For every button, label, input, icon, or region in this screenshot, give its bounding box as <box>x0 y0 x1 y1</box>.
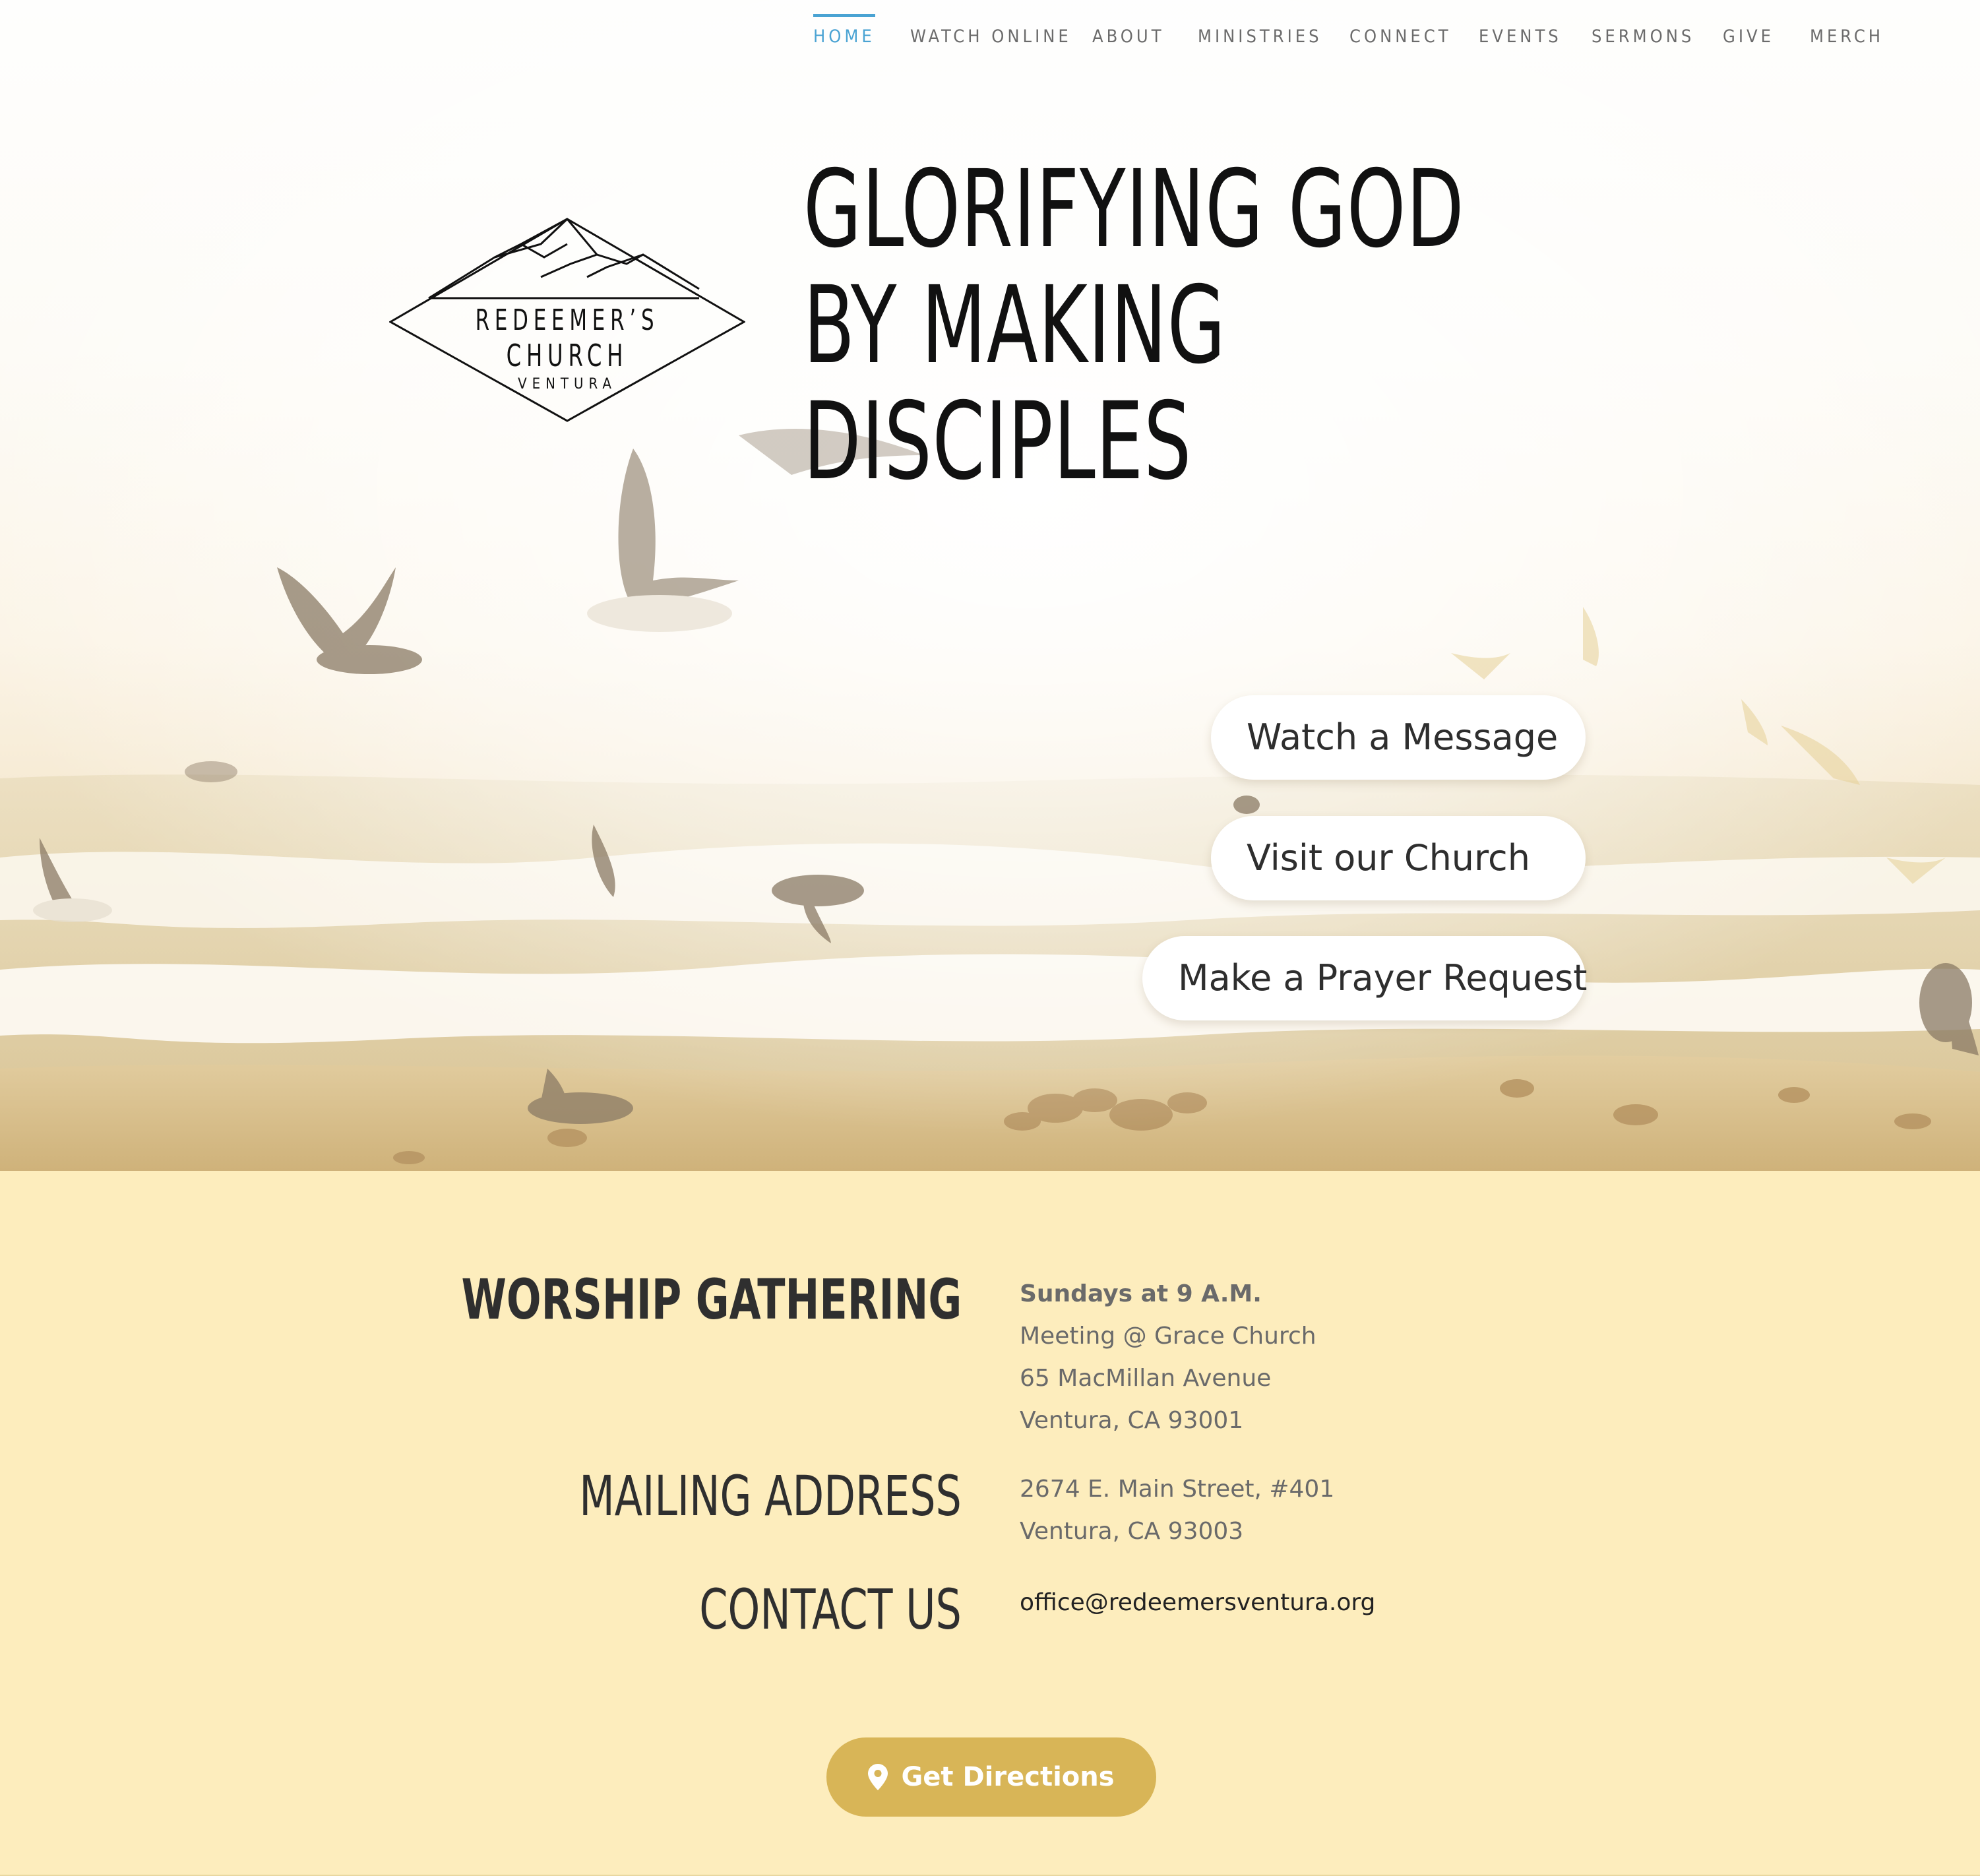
headline-line-2: BY MAKING <box>803 264 1226 388</box>
prayer-request-button[interactable]: Make a Prayer Request <box>1142 936 1587 1020</box>
mailing-address-heading: MAILING ADDRESS <box>579 1464 962 1528</box>
logo-line-ventura: VENTURA <box>518 376 617 392</box>
contact-us-heading: CONTACT US <box>699 1577 962 1642</box>
logo-line-church: CHURCH <box>506 338 629 373</box>
contact-email-link[interactable]: office@redeemersventura.org <box>1020 1589 1375 1616</box>
worship-details: Sundays at 9 A.M. Meeting @ Grace Church… <box>1020 1273 1316 1442</box>
hero-headline: GLORIFYING GOD BY MAKING DISCIPLES <box>803 148 1465 504</box>
hero-section: HOME WATCH ONLINE ABOUT MINISTRIES CONNE… <box>0 0 1980 1171</box>
nav-about[interactable]: ABOUT <box>1092 24 1165 50</box>
mailing-city: Ventura, CA 93003 <box>1020 1518 1244 1545</box>
logo-line-redeemers: REDEEMER’S <box>475 303 660 337</box>
nav-events[interactable]: EVENTS <box>1479 24 1562 50</box>
worship-venue: Meeting @ Grace Church <box>1020 1323 1316 1350</box>
nav-connect[interactable]: CONNECT <box>1349 24 1452 50</box>
nav-ministries[interactable]: MINISTRIES <box>1198 24 1322 50</box>
nav-home[interactable]: HOME <box>813 14 875 50</box>
nav-watch-online[interactable]: WATCH ONLINE <box>910 24 1072 50</box>
worship-city: Ventura, CA 93001 <box>1020 1407 1244 1434</box>
worship-street: 65 MacMillan Avenue <box>1020 1365 1272 1392</box>
mailing-details: 2674 E. Main Street, #401 Ventura, CA 93… <box>1020 1468 1334 1553</box>
nav-give[interactable]: GIVE <box>1723 24 1774 50</box>
map-pin-icon <box>868 1764 888 1790</box>
headline-line-3: DISCIPLES <box>803 380 1192 504</box>
church-logo[interactable]: REDEEMER’S CHURCH VENTURA <box>389 218 745 422</box>
get-directions-button[interactable]: Get Directions <box>826 1737 1156 1817</box>
visit-church-button[interactable]: Visit our Church <box>1211 816 1586 900</box>
worship-time: Sundays at 9 A.M. <box>1020 1280 1262 1307</box>
headline-line-1: GLORIFYING GOD <box>803 148 1465 272</box>
main-navigation: HOME WATCH ONLINE ABOUT MINISTRIES CONNE… <box>0 0 1980 73</box>
mailing-street: 2674 E. Main Street, #401 <box>1020 1476 1335 1503</box>
worship-gathering-heading: WORSHIP GATHERING <box>461 1267 962 1332</box>
contact-details: office@redeemersventura.org <box>1020 1582 1375 1624</box>
nav-sermons[interactable]: SERMONS <box>1592 24 1694 50</box>
watch-message-button[interactable]: Watch a Message <box>1211 695 1586 780</box>
nav-merch[interactable]: MERCH <box>1810 24 1884 50</box>
get-directions-label: Get Directions <box>901 1762 1115 1792</box>
